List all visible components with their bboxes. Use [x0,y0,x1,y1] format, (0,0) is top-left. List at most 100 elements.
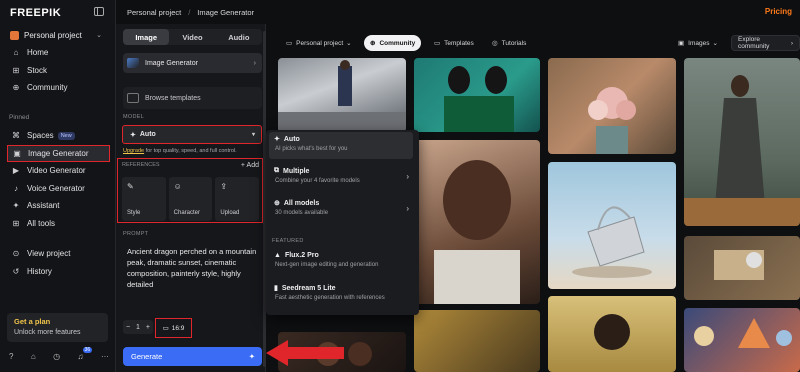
video-icon: ▶ [12,166,20,176]
image-count-stepper[interactable]: − 1 + [123,320,153,334]
reference-label: Upload [220,210,240,216]
option-subtitle: Combine your 4 favorite models [275,178,360,184]
get-plan-card[interactable]: Get a plan Unlock more features [7,313,108,342]
portrait-face [434,160,520,304]
layers-icon: ⧉ [274,167,279,174]
references-header: REFERENCES + Add [122,162,259,169]
option-title: Multiple [283,167,310,175]
folder-icon: ▭ [286,40,293,47]
gallery-image-interior[interactable] [684,236,800,300]
model-option-seedream-5-lite[interactable]: ▮ Seedream 5 Lite Fast aesthetic generati… [269,281,413,308]
chevron-right-icon: › [406,172,409,181]
model-option-flux-2-pro[interactable]: ▲ Flux.2 Pro Next-gen image editing and g… [269,249,413,276]
freepik-logo[interactable]: FREEPIK [10,7,61,19]
generate-button[interactable]: Generate ✦ [123,347,262,366]
upgrade-link[interactable]: Upgrade [123,148,144,154]
sidebar-item-spaces[interactable]: ⌘ Spaces New [7,127,110,145]
view-icon: ⊙ [12,249,20,259]
images-filter[interactable]: ▣ Images ⌄ [672,35,724,51]
gallery-image-street[interactable] [278,58,406,132]
sidebar-item-image-generator[interactable]: ▣ Image Generator [7,144,110,162]
option-subtitle: 30 models available [275,210,329,216]
model-select[interactable]: ✦ Auto ▾ [122,125,262,144]
help-icon[interactable]: ? [9,352,13,361]
tab-audio[interactable]: Audio [216,29,262,45]
gallery-image-portrait[interactable] [414,140,540,304]
gallery-project-filter[interactable]: ▭ Personal project ⌄ [280,35,358,51]
explore-community-button[interactable]: Explore community › [731,35,800,51]
sidebar-item-label: Voice Generator [27,183,85,193]
nav-main: ⌂ Home ⊞ Stock ⊕ Community [7,44,110,97]
count-value: 1 [136,323,140,331]
sidebar-item-label: Community [27,83,68,93]
sidebar-item-history[interactable]: ↺ History [7,263,110,281]
tab-templates[interactable]: ▭ Templates [428,35,480,51]
notification-count: 36 [82,347,93,353]
option-subtitle: Fast aesthetic generation with reference… [275,295,385,301]
reference-style-tile[interactable]: ✎ Style [122,177,166,221]
models-icon: ⊕ [274,200,280,207]
sidebar-item-all-tools[interactable]: ⊞ All tools [7,215,110,233]
nav-bottom: ⊙ View project ↺ History [7,245,110,280]
model-value: Auto [139,131,156,138]
generate-label: Generate [131,352,163,361]
tab-tutorials[interactable]: ◎ Tutorials [486,35,532,51]
gallery-image-warm-room[interactable] [414,310,540,372]
gallery-image-handbag[interactable] [548,162,676,289]
grid-icon: ⊞ [12,65,20,75]
globe-icon: ⊕ [12,83,20,93]
prompt-label: PROMPT [123,231,149,237]
image-generator-card[interactable]: Image Generator › [123,53,262,73]
chevron-down-icon: ⌄ [712,40,718,47]
sidebar-item-home[interactable]: ⌂ Home [7,44,110,62]
sidebar-item-stock[interactable]: ⊞ Stock [7,62,110,80]
topbar: Personal project / Image Generator [116,0,800,24]
model-option-all-models[interactable]: ⊕ All models 30 models available › [269,196,413,223]
add-reference-button[interactable]: + Add [241,162,259,169]
sidebar-item-view-project[interactable]: ⊙ View project [7,245,110,263]
minus-icon[interactable]: − [126,324,130,331]
sidebar-item-label: Stock [27,65,48,75]
model-option-multiple[interactable]: ⧉ Multiple Combine your 4 favorite models… [269,164,413,191]
model-option-auto[interactable]: ✦ Auto AI picks what's best for you [269,132,413,159]
bell-icon[interactable]: ♫ 36 [78,347,93,361]
sidebar-item-voice-generator[interactable]: ♪ Voice Generator [7,180,110,198]
pricing-link[interactable]: Pricing [765,7,792,16]
gallery-image-illustration[interactable] [684,308,800,372]
tab-community[interactable]: ⊕ Community [364,35,422,51]
browse-templates-button[interactable]: Browse templates [123,87,262,109]
sidebar-item-community[interactable]: ⊕ Community [7,79,110,97]
plan-subtitle: Unlock more features [14,329,81,336]
sidebar-item-label: Spaces [27,131,54,141]
sidebar-item-assistant[interactable]: ✦ Assistant [7,197,110,215]
gallery-image-flowers-girl[interactable] [548,58,676,154]
more-icon[interactable]: ··· [101,352,109,361]
plus-icon[interactable]: + [146,324,150,331]
tab-image[interactable]: Image [123,29,170,45]
sidebar-item-video-generator[interactable]: ▶ Video Generator [7,162,110,180]
upgrade-note: Upgrade for top quality, speed, and full… [123,148,237,154]
reference-upload-tile[interactable]: ⇪ Upload [215,177,260,221]
aspect-ratio-button[interactable]: ▭ 16:9 [155,318,192,338]
image-icon: ▣ [678,40,685,47]
bookmark-icon[interactable]: ◷ [53,352,60,361]
gallery-image-man-coat[interactable] [684,58,800,226]
gallery-image-two-women[interactable] [414,58,540,132]
tab-video[interactable]: Video [169,29,215,45]
sparkle-icon: ✦ [274,136,280,143]
street-figure [278,60,406,132]
breadcrumb-project[interactable]: Personal project [127,8,181,17]
project-selector[interactable]: Personal project ⌄ [7,27,106,43]
reference-character-tile[interactable]: ☺ Character [168,177,213,221]
breadcrumb-current: Image Generator [197,7,254,17]
reference-label: Character [173,210,201,216]
gallery-image-meadow[interactable] [548,296,676,372]
option-subtitle: Next-gen image editing and generation [275,262,379,268]
learn-icon[interactable]: ⌂ [31,352,36,361]
model-label: MODEL [123,114,145,120]
sidebar-collapse-icon[interactable] [94,7,104,16]
chevron-down-icon: ⌄ [346,40,352,47]
tab-label: Community [379,39,416,47]
option-title: All models [283,199,320,207]
prompt-textarea[interactable]: Ancient dragon perched on a mountain pea… [123,244,262,330]
